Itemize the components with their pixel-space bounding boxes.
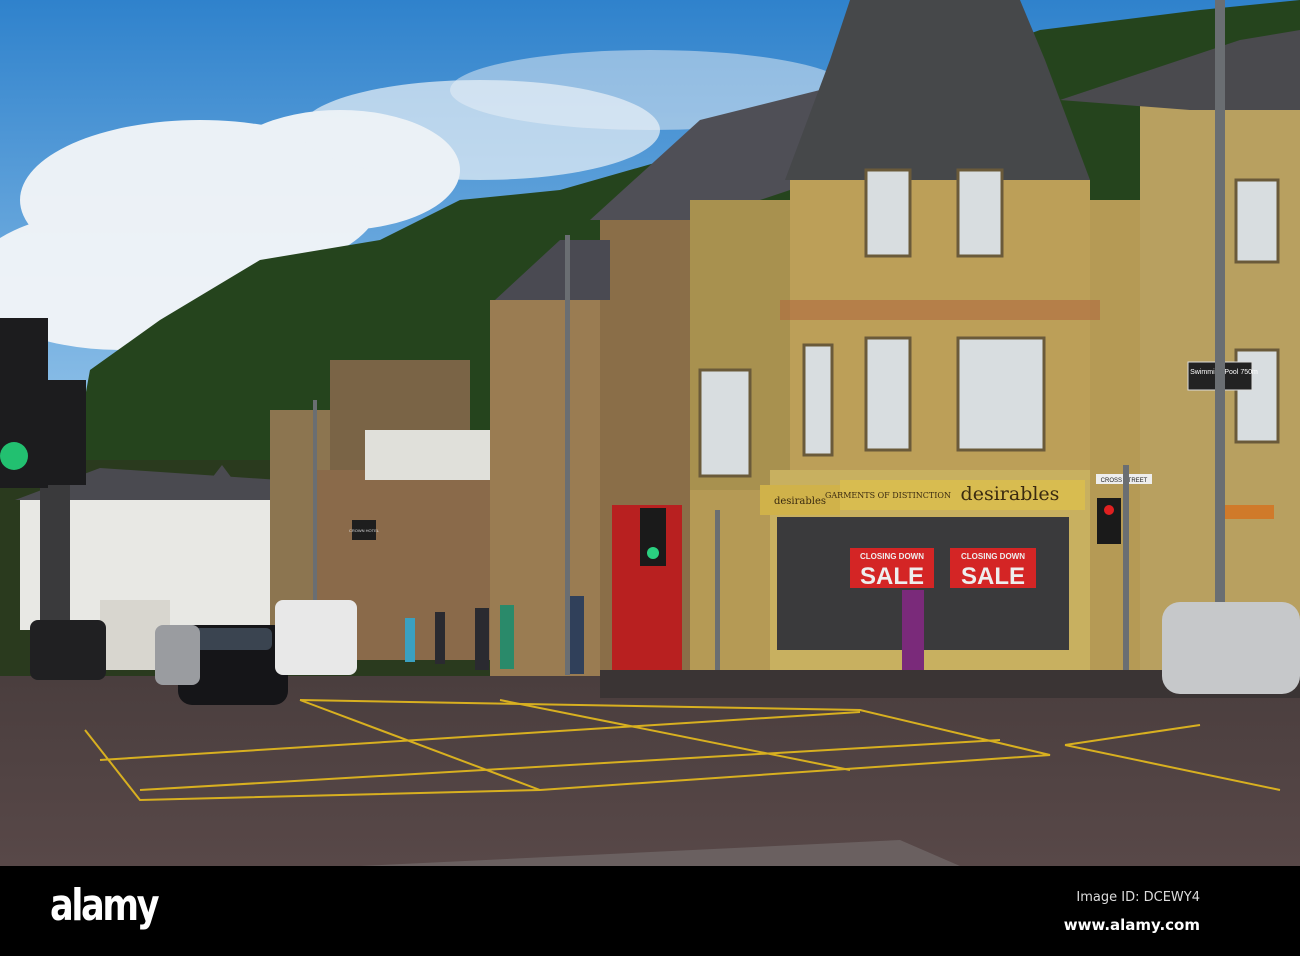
shop-name-sign: desirables <box>961 483 1060 505</box>
sale-banner-main-1: SALE <box>860 563 924 590</box>
photo-street-scene: desirables GARMENTS OF DISTINCTION desir… <box>0 0 1300 956</box>
shop-side-sign: desirables <box>774 496 826 507</box>
hotel-sign: CROWN HOTEL <box>349 528 380 533</box>
watermark-footer: alamy Image ID: DCEWY4 www.alamy.com <box>0 866 1300 956</box>
image-id: Image ID: DCEWY4 <box>1076 890 1200 905</box>
alamy-logo: alamy <box>50 880 160 931</box>
shop-tagline-sign: GARMENTS OF DISTINCTION <box>825 491 951 500</box>
sale-banner-main-2: SALE <box>961 563 1025 590</box>
watermark-url: www.alamy.com <box>1063 916 1200 934</box>
scene: desirables GARMENTS OF DISTINCTION desir… <box>0 0 1300 866</box>
sale-banner-top-1: CLOSING DOWN <box>860 552 924 561</box>
sale-banner-top-2: CLOSING DOWN <box>961 552 1025 561</box>
